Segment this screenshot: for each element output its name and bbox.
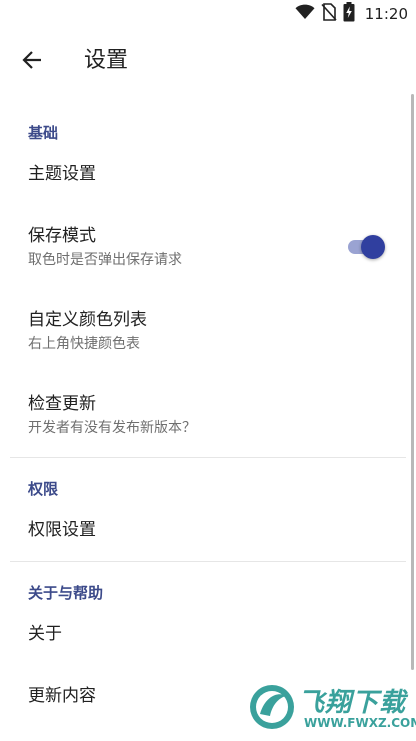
pref-title: 更新内容 [28, 686, 96, 706]
category-permissions-header: 权限 [28, 480, 59, 498]
pref-theme-settings[interactable]: 主题设置 [0, 152, 410, 212]
section-divider [10, 457, 406, 458]
watermark-logo-icon [248, 680, 296, 738]
status-time: 11:20 [364, 5, 408, 23]
pref-title: 保存模式 [28, 226, 96, 246]
pref-save-mode[interactable]: 保存模式 取色时是否弹出保存请求 [0, 212, 410, 292]
wifi-icon [295, 4, 315, 24]
pref-title: 自定义颜色列表 [28, 310, 147, 330]
back-button[interactable] [14, 44, 50, 80]
page-title: 设置 [84, 48, 129, 73]
settings-list: 基础 主题设置 保存模式 取色时是否弹出保存请求 自定义颜色列表 右上角快捷颜色… [0, 94, 416, 741]
toggle-thumb [361, 235, 385, 259]
pref-custom-color-list[interactable]: 自定义颜色列表 右上角快捷颜色表 [0, 296, 410, 376]
pref-title: 检查更新 [28, 394, 96, 414]
category-basic-header: 基础 [28, 124, 59, 142]
settings-screen: 11:20 设置 基础 主题设置 保存模式 取色时是否弹出保存请求 自定义颜色列… [0, 0, 416, 741]
pref-check-update[interactable]: 检查更新 开发者有没有发布新版本？ [0, 380, 410, 456]
scrollbar[interactable] [411, 94, 414, 670]
no-sim-icon [321, 3, 337, 25]
pref-summary: 开发者有没有发布新版本？ [28, 420, 196, 436]
status-bar: 11:20 [0, 0, 416, 28]
pref-title: 关于 [28, 624, 62, 644]
section-divider [10, 561, 406, 562]
battery-charging-icon [343, 2, 355, 26]
pref-summary: 右上角快捷颜色表 [28, 336, 140, 352]
pref-title: 权限设置 [28, 520, 96, 540]
status-icons: 11:20 [295, 2, 408, 26]
watermark-url: WWW.FWXZ.COM [304, 716, 416, 730]
app-bar: 设置 [0, 28, 416, 94]
watermark-logo-text: 飞翔下载 [298, 688, 407, 718]
pref-about[interactable]: 关于 [0, 612, 410, 664]
arrow-left-icon [21, 49, 43, 75]
pref-title: 主题设置 [28, 164, 96, 184]
save-mode-toggle[interactable] [346, 234, 386, 259]
pref-permission-settings[interactable]: 权限设置 [0, 508, 410, 560]
watermark: 飞翔下载 WWW.FWXZ.COM [248, 678, 416, 738]
category-about-header: 关于与帮助 [28, 584, 104, 602]
pref-summary: 取色时是否弹出保存请求 [28, 252, 182, 268]
